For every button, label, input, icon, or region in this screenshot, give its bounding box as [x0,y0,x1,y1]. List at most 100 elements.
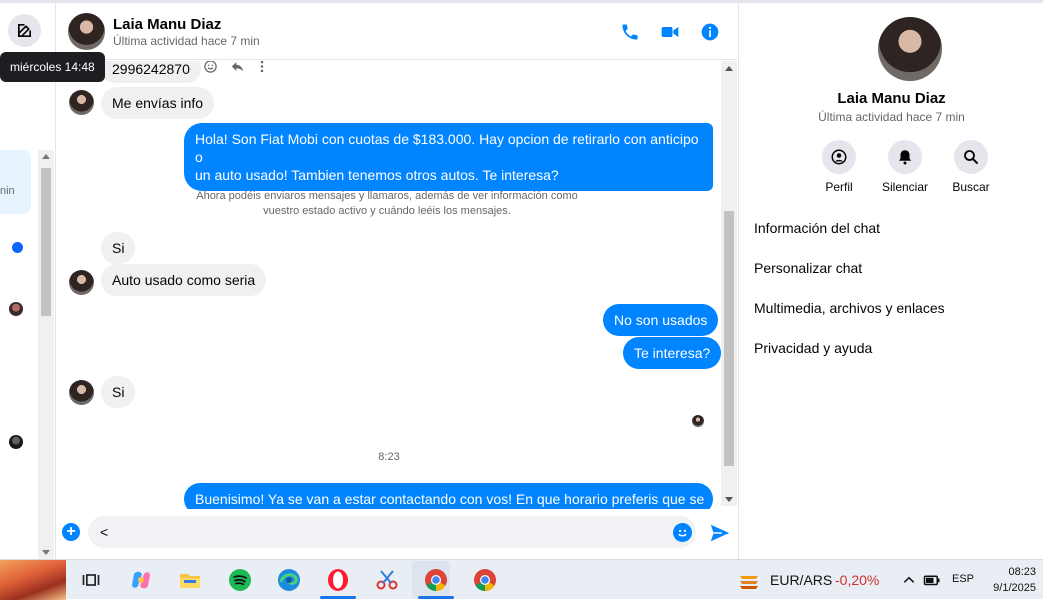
menu-media-files-links[interactable]: Multimedia, archivos y enlaces [754,295,945,335]
copilot-icon [132,571,150,589]
read-receipt-avatar [692,415,704,427]
message-text: 2996242870 [112,61,190,77]
system-notice: Ahora podéis enviaros mensajes y llamaro… [187,189,587,219]
smiley-icon [678,529,687,537]
chat-avatar[interactable] [9,435,23,449]
profile-label: Perfil [825,180,853,194]
sender-avatar[interactable] [69,90,94,115]
chrome-icon [425,569,447,591]
notice-text: vuestro estado activo y cuándo leéis los… [263,205,511,217]
message-text: Te interesa? [634,345,711,361]
message-text: un auto usado! Tambien tenemos otros aut… [195,167,559,183]
message-bubble[interactable]: Si [101,232,136,264]
search-icon [964,150,978,164]
menu-chat-info[interactable]: Información del chat [754,215,945,255]
send-button[interactable] [709,522,731,544]
spotify-button[interactable] [226,566,254,594]
chat-list-scrollbar[interactable] [38,150,54,559]
currency-change: -0,20% [835,572,880,588]
video-call-button[interactable] [659,21,681,43]
battery-plug-icon [923,575,940,586]
thread-scrollbar[interactable] [721,61,737,506]
reply-icon[interactable] [230,61,245,74]
message-bubble-sent[interactable]: Te interesa? [623,337,721,369]
sender-avatar[interactable] [69,270,94,295]
message-input[interactable] [88,516,696,548]
message-text: Si [112,240,125,256]
profile-name: Laia Manu Diaz [837,90,946,107]
notice-text: Ahora podéis enviaros mensajes y llamaro… [196,190,578,202]
widgets-button[interactable] [0,560,66,600]
edge-icon [278,569,300,591]
react-icon[interactable] [203,61,218,74]
chrome-icon [474,569,496,591]
message-bubble[interactable]: Auto usado como seria [101,264,267,296]
task-view-button[interactable] [77,566,105,594]
scroll-down-icon[interactable] [42,550,50,555]
snipping-tool-button[interactable] [373,566,401,594]
currency-pair[interactable]: EUR/ARS [770,572,832,588]
market-widget-button[interactable] [735,566,763,594]
search-button[interactable]: Buscar [948,140,994,194]
scroll-down-icon[interactable] [725,497,733,502]
message-text: No son usados [614,312,708,328]
file-explorer-button[interactable] [176,566,204,594]
send-icon [710,524,730,542]
input-language[interactable]: ESP [952,573,974,585]
scroll-thumb[interactable] [724,211,734,466]
opera-button[interactable] [324,566,352,594]
edge-button[interactable] [275,566,303,594]
chrome-button[interactable] [422,566,450,594]
mute-label: Silenciar [881,180,929,194]
profile-status: Última actividad hace 7 min [818,110,965,124]
task-view-icon [82,574,100,586]
stack-coins-icon [740,576,758,589]
message-thread: 2996242870 Me envías info Hola! Son Fiat… [57,61,721,509]
chat-info-button[interactable] [699,21,721,43]
scroll-up-icon[interactable] [725,66,733,71]
message-bubble[interactable]: Me envías info [101,87,215,119]
message-bubble-sent[interactable]: Buenisimo! Ya se van a estar contactando… [184,483,713,509]
details-menu: Información del chat Personalizar chat M… [754,215,945,375]
phone-icon [622,24,638,40]
unread-indicator [12,242,23,253]
profile-avatar[interactable] [878,17,942,81]
mute-button[interactable]: Silenciar [882,140,928,194]
copilot-button[interactable] [127,566,155,594]
chat-details-panel: Laia Manu Diaz Última actividad hace 7 m… [738,3,1043,559]
scroll-thumb[interactable] [41,168,51,316]
date-tooltip: miércoles 14:48 [0,52,105,82]
chat-list-strip: nin [0,3,56,559]
more-actions-button[interactable]: + [62,523,80,541]
message-bubble[interactable]: Si [101,376,136,408]
menu-privacy-help[interactable]: Privacidad y ayuda [754,335,945,375]
message-composer: + [57,509,737,559]
contact-name[interactable]: Laia Manu Diaz [113,16,221,33]
new-message-button[interactable] [8,14,41,47]
menu-customize-chat[interactable]: Personalizar chat [754,255,945,295]
clock-date: 9/1/2025 [993,582,1036,594]
more-options-icon[interactable] [257,61,267,74]
message-bubble[interactable]: 2996242870 [101,61,201,83]
contact-avatar[interactable] [68,13,105,50]
windows-taskbar: EUR/ARS -0,20% ESP 08:23 9/1/2025 [0,559,1043,600]
message-bubble-sent[interactable]: No son usados [603,304,719,336]
message-text: Auto usado como seria [112,272,256,288]
active-chat-card[interactable]: nin [0,150,31,214]
sender-avatar[interactable] [69,380,94,405]
emoji-button[interactable] [673,523,692,542]
scroll-up-icon[interactable] [42,154,50,159]
voice-call-button[interactable] [619,21,641,43]
chrome-profile-button[interactable] [471,566,499,594]
profile-icon [831,149,847,165]
message-bubble-sent[interactable]: Hola! Son Fiat Mobi con cuotas de $183.0… [184,123,713,191]
plus-icon: + [66,523,76,540]
opera-icon [328,569,348,591]
folder-icon [180,574,200,588]
search-label: Buscar [952,180,990,194]
scissors-icon [376,570,398,590]
system-clock[interactable]: 08:23 9/1/2025 [990,564,1036,596]
battery-status[interactable] [918,566,946,594]
profile-button[interactable]: Perfil [816,140,862,194]
chat-avatar[interactable] [9,302,23,316]
